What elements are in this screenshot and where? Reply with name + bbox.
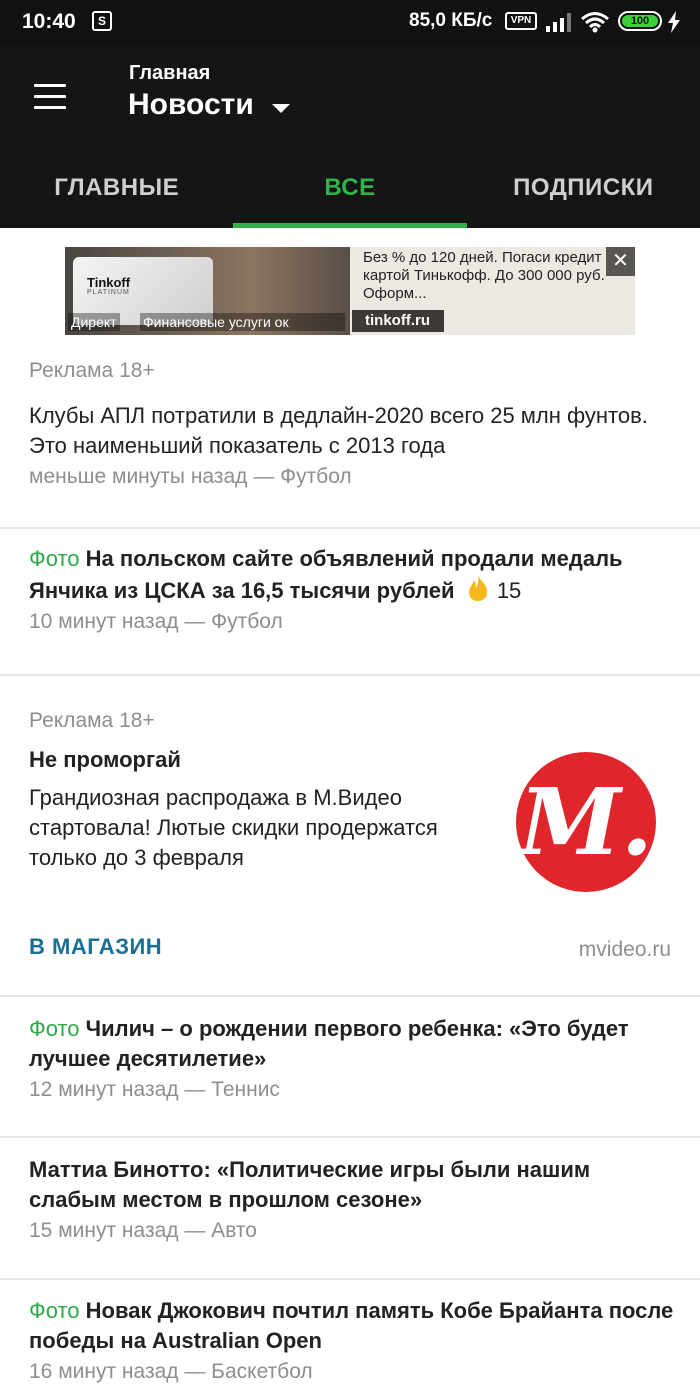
news-item[interactable]: Фото Чилич – о рождении первого ребенка:… (29, 1014, 679, 1102)
status-bar: 10:40 S 85,0 КБ/с VPN 100 (0, 0, 700, 44)
banner-text: Без % до 120 дней. Погаси кредит картой … (363, 249, 605, 302)
news-meta: 12 минут назад — Теннис (29, 1078, 280, 1101)
ad-label: Реклама 18+ (29, 709, 155, 732)
ad-body: Грандиозная распродажа в М.Видео стартов… (29, 785, 438, 870)
divider (0, 1278, 700, 1280)
photo-tag: Фото (29, 1298, 80, 1323)
ad-label: Реклама 18+ (29, 359, 155, 382)
native-ad[interactable]: Реклама 18+ Не проморгай Грандиозная рас… (29, 709, 499, 873)
menu-icon-line (34, 95, 66, 98)
app-bar: Главная Новости ГЛАВНЫЕ ВСЕ ПОДПИСКИ (0, 44, 700, 228)
news-title: Чилич – о рождении первого ребенка: «Это… (29, 1016, 629, 1071)
fire-icon (468, 575, 487, 601)
status-time: 10:40 (22, 10, 76, 33)
news-title: На польском сайте объявлений продали мед… (29, 546, 623, 603)
news-title-line: Фото Чилич – о рождении первого ребенка:… (29, 1014, 679, 1074)
bolt-icon (668, 11, 680, 33)
shop-button[interactable]: В МАГАЗИН (29, 934, 162, 960)
news-meta: 10 минут назад — Футбол (29, 610, 283, 633)
card-brand: Tinkoff (87, 275, 131, 290)
signal-icon (546, 13, 571, 32)
wifi-icon (581, 12, 609, 33)
ad-banner[interactable]: Tinkoff PLATINUM Директ Финансовые услуг… (65, 247, 635, 335)
battery-level: 100 (622, 15, 658, 27)
menu-icon (34, 84, 66, 87)
section-subtitle: Главная (129, 62, 211, 84)
section-title-dropdown[interactable]: Новости (128, 88, 254, 122)
news-title-line: Фото На польском сайте объявлений продал… (29, 544, 679, 606)
close-icon[interactable]: ✕ (606, 247, 635, 276)
mvideo-logo[interactable]: М. (516, 752, 656, 892)
news-item[interactable]: Маттиа Бинотто: «Политические игры были … (29, 1155, 679, 1243)
battery-icon: 100 (618, 11, 662, 31)
tab-subscriptions[interactable]: ПОДПИСКИ (467, 144, 700, 228)
card-tier: PLATINUM (87, 289, 130, 296)
ad-category: Финансовые услуги ок (140, 313, 345, 331)
news-meta: меньше минуты назад — Футбол (29, 465, 352, 488)
news-item[interactable]: Фото Новак Джокович почтил память Кобе Б… (29, 1296, 679, 1384)
tab-main[interactable]: ГЛАВНЫЕ (0, 144, 233, 228)
network-speed: 85,0 КБ/с (409, 10, 493, 31)
news-meta: 16 минут назад — Баскетбол (29, 1360, 313, 1383)
ad-network-label: Директ (68, 313, 120, 331)
menu-button[interactable] (26, 78, 74, 118)
news-title: Маттиа Бинотто: «Политические игры были … (29, 1157, 591, 1212)
reaction-count: 15 (496, 578, 522, 603)
ad-domain: mvideo.ru (578, 938, 671, 961)
tab-bar: ГЛАВНЫЕ ВСЕ ПОДПИСКИ (0, 144, 700, 228)
photo-tag: Фото (29, 546, 80, 571)
banner-image: Tinkoff PLATINUM Директ Финансовые услуг… (65, 247, 350, 335)
divider (0, 1136, 700, 1138)
vpn-icon: VPN (505, 12, 537, 30)
news-title: Клубы АПЛ потратили в дедлайн-2020 всего… (29, 403, 648, 458)
divider (0, 674, 700, 676)
ad-title: Не проморгай (29, 747, 181, 772)
divider (0, 995, 700, 997)
news-item[interactable]: Реклама 18+ Клубы АПЛ потратили в дедлай… (29, 359, 679, 489)
notification-icon: S (92, 11, 112, 31)
menu-icon-line (34, 106, 66, 109)
news-title: Новак Джокович почтил память Кобе Брайан… (29, 1298, 674, 1353)
banner-domain[interactable]: tinkoff.ru (352, 310, 444, 332)
divider (0, 527, 700, 529)
photo-tag: Фото (29, 1016, 80, 1041)
caret-down-icon[interactable] (272, 104, 290, 113)
news-meta: 15 минут назад — Авто (29, 1219, 257, 1242)
news-item[interactable]: Фото На польском сайте объявлений продал… (29, 544, 679, 634)
tab-all[interactable]: ВСЕ (233, 144, 467, 228)
news-title-line: Фото Новак Джокович почтил память Кобе Б… (29, 1296, 679, 1356)
logo-text: М. (519, 768, 653, 876)
